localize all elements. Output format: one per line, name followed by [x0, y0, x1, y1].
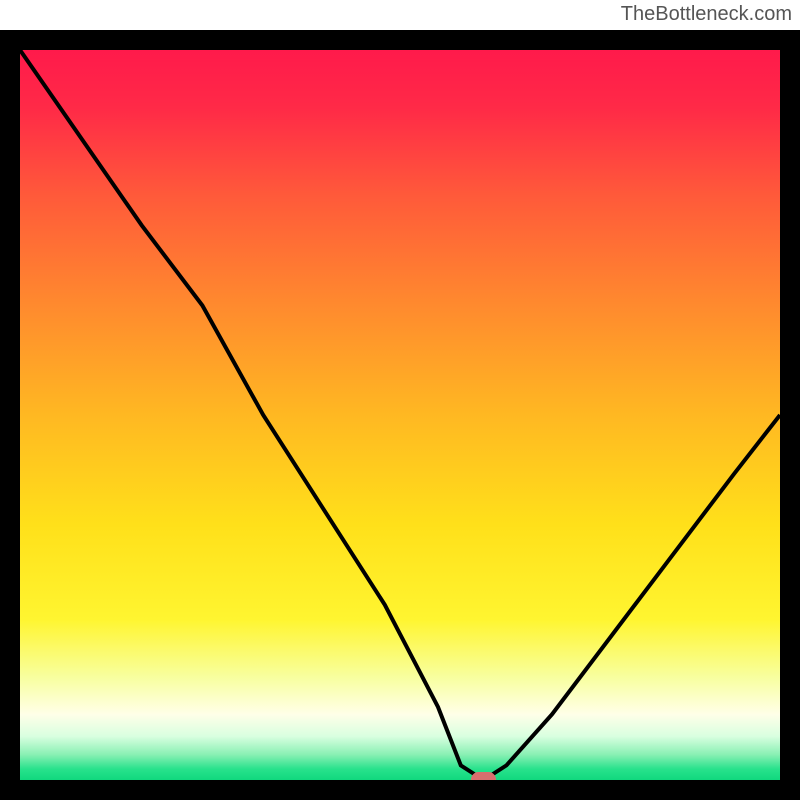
attribution-text: TheBottleneck.com	[0, 1, 800, 30]
curve-path	[20, 50, 780, 780]
optimum-marker	[471, 772, 495, 787]
bottleneck-chart	[0, 30, 800, 800]
bottleneck-curve	[20, 50, 780, 780]
